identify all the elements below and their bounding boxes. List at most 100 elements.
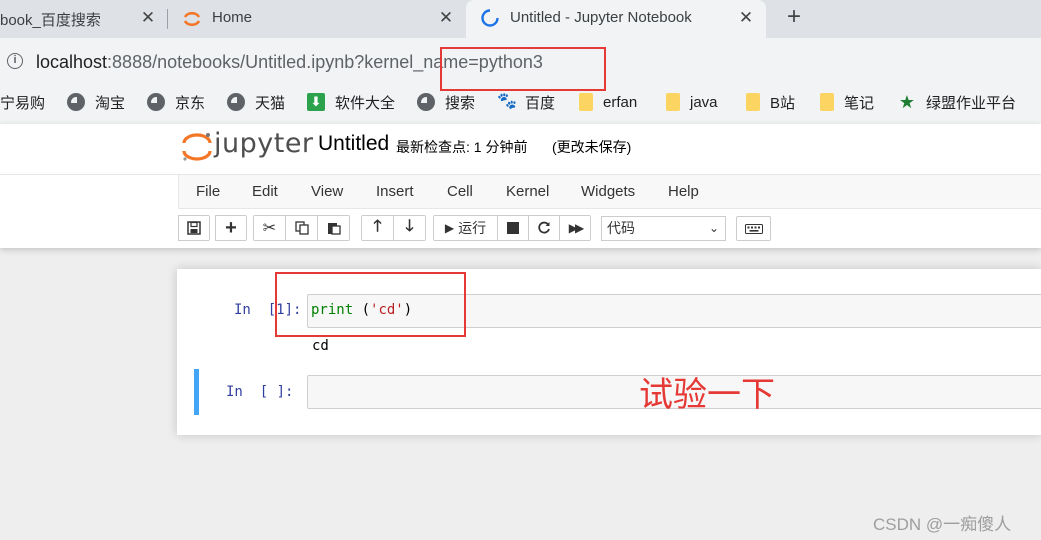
bookmark-label: 淘宝 [95, 94, 126, 112]
selected-cell-indicator [194, 369, 199, 415]
bookmark-tmall[interactable]: 天猫 [227, 91, 285, 113]
run-button[interactable]: ▶ 运行 [433, 215, 498, 241]
tab-baidu-search[interactable]: book_百度搜索 ✕ [0, 0, 160, 38]
interrupt-button[interactable] [497, 215, 529, 241]
tab-title: book_百度搜索 [0, 12, 101, 29]
close-icon[interactable]: ✕ [436, 8, 456, 28]
globe-icon [147, 93, 165, 111]
bookmark-taobao[interactable]: 淘宝 [67, 91, 125, 113]
command-palette-button[interactable] [736, 216, 771, 241]
tab-title: Untitled - Jupyter Notebook [510, 9, 692, 26]
menu-edit[interactable]: Edit [252, 183, 278, 200]
restart-button[interactable] [528, 215, 560, 241]
watermark: CSDN @一痴傻人 [873, 515, 1012, 534]
loading-spinner-icon [481, 9, 499, 27]
input-prompt: In [ ]: [226, 384, 294, 400]
bookmark-label: 百度 [525, 94, 556, 112]
url-host: localhost [36, 52, 108, 72]
run-label: 运行 [458, 220, 487, 236]
insert-cell-button[interactable]: + [215, 215, 247, 241]
menu-cell[interactable]: Cell [447, 183, 473, 200]
play-icon: ▶ [444, 221, 455, 235]
menu-widgets[interactable]: Widgets [581, 183, 635, 200]
globe-icon [67, 93, 85, 111]
paste-button[interactable] [317, 215, 350, 241]
menu-file[interactable]: File [196, 183, 220, 200]
bookmark-baidu[interactable]: 🐾 百度 [497, 91, 555, 113]
arrow-up-icon: 🡑 [373, 217, 382, 235]
star-icon: ★ [898, 92, 916, 112]
bookmark-nsfocus[interactable]: ★ 绿盟作业平台 [898, 91, 1016, 113]
tab-title: Home [212, 9, 253, 26]
jupyter-header: jupyter Untitled 最新检查点: 1 分钟前 (更改未保存) Fi… [0, 124, 1041, 248]
restart-icon [538, 221, 550, 234]
menu-help[interactable]: Help [668, 183, 699, 200]
folder-icon [579, 93, 593, 111]
close-icon[interactable]: ✕ [736, 8, 756, 28]
cut-button[interactable]: ✂ [253, 215, 286, 241]
stop-icon [507, 222, 519, 234]
globe-icon [227, 93, 245, 111]
bookmark-label: 京东 [175, 94, 206, 112]
bookmark-label: 绿盟作业平台 [926, 94, 1017, 112]
cell-output: cd [312, 338, 329, 354]
save-group [178, 215, 210, 241]
tab-separator [167, 9, 168, 29]
copy-icon [294, 221, 309, 235]
folder-icon [820, 93, 834, 111]
autosave-status: (更改未保存) [552, 139, 632, 155]
save-button[interactable] [178, 215, 210, 241]
highlight-box-code [275, 272, 466, 337]
chevron-down-icon: ⌄ [708, 221, 719, 235]
restart-run-all-button[interactable]: ▶▶ [559, 215, 591, 241]
globe-icon [417, 93, 435, 111]
bookmark-label: 搜索 [445, 94, 476, 112]
bookmark-bilibili[interactable]: B站 [746, 91, 795, 113]
bookmark-label: 软件大全 [335, 94, 396, 112]
save-icon [187, 221, 201, 235]
edit-group: ✂ [253, 215, 350, 241]
folder-icon [666, 93, 680, 111]
checkpoint-status: 最新检查点: 1 分钟前 [396, 139, 528, 155]
bookmark-erfan[interactable]: erfan [579, 91, 637, 113]
bookmark-jd[interactable]: 京东 [147, 91, 205, 113]
bookmark-search[interactable]: 搜索 [417, 91, 475, 113]
plus-icon: + [225, 217, 237, 239]
fast-forward-icon: ▶▶ [568, 221, 585, 235]
menu-kernel[interactable]: Kernel [506, 183, 549, 200]
menu-view[interactable]: View [311, 183, 343, 200]
bookmark-software[interactable]: ⬇ 软件大全 [307, 91, 395, 113]
move-up-button[interactable]: 🡑 [361, 215, 394, 241]
bookmark-label: erfan [603, 93, 638, 111]
folder-icon [746, 93, 760, 111]
notebook-toolbar: + ✂ 🡑 🡓 ▶ 运行 ▶▶ 代码 ⌄ [0, 212, 1041, 242]
tab-home[interactable]: Home ✕ [170, 0, 465, 38]
copy-button[interactable] [285, 215, 318, 241]
keyboard-icon [744, 223, 763, 234]
arrow-down-icon: 🡓 [405, 217, 414, 235]
bookmark-notes[interactable]: 笔记 [820, 91, 874, 113]
new-tab-button[interactable]: + [781, 4, 807, 30]
menu-insert[interactable]: Insert [376, 183, 414, 200]
baidu-paw-icon: 🐾 [497, 93, 517, 110]
close-icon[interactable]: ✕ [138, 8, 158, 28]
cell-type-value: 代码 [607, 220, 635, 236]
notebook-name[interactable]: Untitled [318, 132, 389, 156]
bookmark-java[interactable]: java [666, 91, 718, 113]
jupyter-logo-icon[interactable] [180, 130, 214, 164]
notebook-menubar: File Edit View Insert Cell Kernel Widget… [178, 175, 1041, 209]
paste-icon [327, 223, 341, 235]
browser-tab-strip: book_百度搜索 ✕ Home ✕ Untitled - Jupyter No… [0, 0, 1041, 38]
bookmark-suning[interactable]: 宁易购 [0, 91, 45, 113]
jupyter-favicon-icon [183, 11, 201, 27]
bookmark-label: 天猫 [255, 94, 286, 112]
highlight-box-kernel [440, 47, 606, 91]
run-group: ▶ 运行 ▶▶ [433, 215, 591, 241]
info-icon[interactable]: i [7, 53, 23, 69]
move-down-button[interactable]: 🡓 [393, 215, 426, 241]
cell-type-select[interactable]: 代码 ⌄ [601, 216, 726, 241]
bookmark-label: java [690, 93, 718, 111]
annotation-text: 试验一下 [639, 375, 775, 415]
bookmark-label: 宁易购 [0, 94, 46, 112]
tab-untitled-notebook[interactable]: Untitled - Jupyter Notebook ✕ [466, 0, 766, 38]
